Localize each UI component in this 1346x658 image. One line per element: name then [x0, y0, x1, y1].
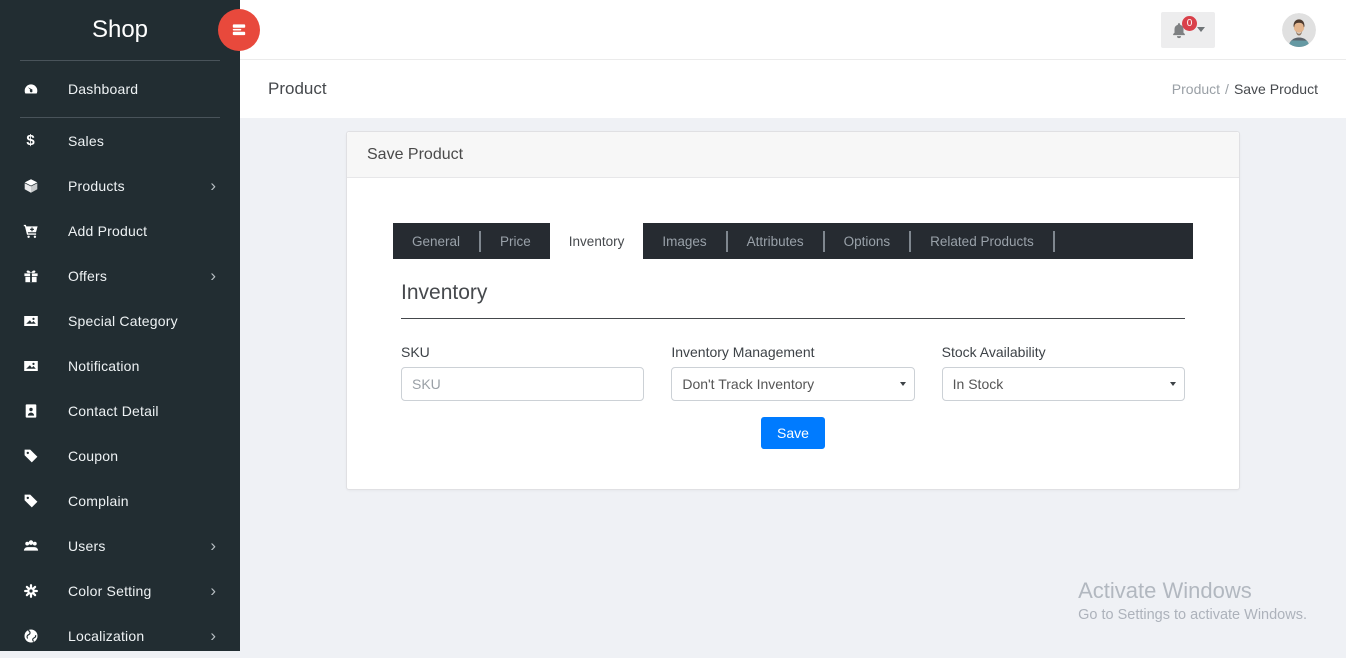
sidebar-item-complain[interactable]: Complain: [0, 478, 240, 523]
sidebar-item-coupon[interactable]: Coupon: [0, 433, 240, 478]
sidebar-item-label: Products: [68, 178, 210, 194]
stock-availability-select[interactable]: In Stock: [942, 367, 1185, 401]
activate-windows-watermark: Activate Windows Go to Settings to activ…: [1078, 578, 1307, 623]
save-product-card: Save Product GeneralPriceInventoryImages…: [346, 131, 1240, 490]
tab-separator: [1053, 231, 1055, 252]
sidebar-item-label: Complain: [68, 493, 218, 509]
dashboard-icon: [22, 81, 39, 98]
sidebar-item-label: Dashboard: [68, 81, 218, 97]
dollar-icon: $: [22, 132, 39, 149]
sidebar-nav: Dashboard$SalesProducts›Add ProductOffer…: [0, 61, 240, 658]
sidebar-item-contact-detail[interactable]: Contact Detail: [0, 388, 240, 433]
breadcrumb-bar: Product Product / Save Product: [240, 60, 1346, 118]
stock-availability-label: Stock Availability: [942, 344, 1185, 360]
sidebar-item-label: Notification: [68, 358, 218, 374]
sidebar-item-color-setting[interactable]: Color Setting›: [0, 568, 240, 613]
breadcrumb-parent-link[interactable]: Product: [1172, 81, 1220, 97]
sidebar-item-special-category[interactable]: Special Category: [0, 298, 240, 343]
list-icon: [230, 21, 248, 39]
top-header: 0: [240, 0, 1346, 60]
breadcrumb: Product / Save Product: [1172, 81, 1318, 97]
watermark-line1: Activate Windows: [1078, 578, 1307, 604]
tab-inventory[interactable]: Inventory: [550, 223, 644, 259]
tag-icon: [22, 492, 39, 509]
users-icon: [22, 537, 39, 554]
chevron-right-icon: ›: [210, 582, 216, 599]
watermark-line2: Go to Settings to activate Windows.: [1078, 607, 1307, 623]
image-icon: [22, 357, 39, 374]
sidebar-item-label: Localization: [68, 628, 210, 644]
card-body: GeneralPriceInventoryImagesAttributesOpt…: [347, 178, 1239, 489]
app-root: Shop Dashboard$SalesProducts›Add Product…: [0, 0, 1346, 651]
inventory-management-field: Inventory Management Don't Track Invento…: [671, 344, 914, 401]
sidebar-item-add-product[interactable]: Add Product: [0, 208, 240, 253]
sidebar-item-dashboard[interactable]: Dashboard: [0, 61, 240, 117]
gift-icon: [22, 267, 39, 284]
sidebar-item-users[interactable]: Users›: [0, 523, 240, 568]
chevron-right-icon: ›: [210, 267, 216, 284]
gear-icon: [22, 582, 39, 599]
image-icon: [22, 312, 39, 329]
notifications-button[interactable]: 0: [1161, 12, 1215, 48]
inventory-management-select[interactable]: Don't Track Inventory: [671, 367, 914, 401]
tab-related-products[interactable]: Related Products: [911, 223, 1053, 259]
save-row: Save: [401, 417, 1185, 449]
inventory-management-label: Inventory Management: [671, 344, 914, 360]
tab-images[interactable]: Images: [643, 223, 725, 259]
card-title: Save Product: [347, 132, 1239, 178]
brand-title: Shop: [0, 0, 240, 60]
sidebar: Shop Dashboard$SalesProducts›Add Product…: [0, 0, 240, 651]
content-area: Save Product GeneralPriceInventoryImages…: [240, 118, 1346, 651]
sidebar-item-offers[interactable]: Offers›: [0, 253, 240, 298]
cart-plus-icon: [22, 222, 39, 239]
section-rule: [401, 318, 1185, 319]
sku-input[interactable]: [401, 367, 644, 401]
user-avatar[interactable]: [1282, 13, 1316, 47]
sidebar-item-label: Users: [68, 538, 210, 554]
sidebar-item-notification[interactable]: Notification: [0, 343, 240, 388]
stock-availability-field: Stock Availability In Stock: [942, 344, 1185, 401]
sidebar-item-label: Offers: [68, 268, 210, 284]
tab-options[interactable]: Options: [825, 223, 910, 259]
tag-icon: [22, 447, 39, 464]
chevron-right-icon: ›: [210, 177, 216, 194]
page-title: Product: [268, 79, 327, 99]
sidebar-item-label: Add Product: [68, 223, 218, 239]
sidebar-item-label: Contact Detail: [68, 403, 218, 419]
id-card-icon: [22, 402, 39, 419]
caret-down-icon: [1197, 27, 1205, 36]
sidebar-item-label: Color Setting: [68, 583, 210, 599]
tab-attributes[interactable]: Attributes: [728, 223, 823, 259]
inventory-tab-panel: Inventory SKU Inventory Management: [393, 281, 1193, 449]
save-button[interactable]: Save: [761, 417, 825, 449]
chevron-right-icon: ›: [210, 537, 216, 554]
sidebar-toggle-button[interactable]: [218, 9, 260, 51]
cube-icon: [22, 177, 39, 194]
sidebar-item-sales[interactable]: $ Sales: [0, 118, 240, 163]
sidebar-item-label: Coupon: [68, 448, 218, 464]
section-title: Inventory: [401, 281, 1185, 305]
sidebar-item-localization[interactable]: Localization›: [0, 613, 240, 658]
breadcrumb-current: Save Product: [1234, 81, 1318, 97]
sku-field: SKU: [401, 344, 644, 401]
sidebar-item-label: Sales: [68, 133, 218, 149]
sku-label: SKU: [401, 344, 644, 360]
notification-badge: 0: [1182, 16, 1197, 31]
tab-bar: GeneralPriceInventoryImagesAttributesOpt…: [393, 223, 1193, 259]
sidebar-item-products[interactable]: Products›: [0, 163, 240, 208]
breadcrumb-separator: /: [1225, 81, 1229, 97]
inventory-form: SKU Inventory Management Don't Track Inv…: [401, 344, 1185, 401]
globe-icon: [22, 627, 39, 644]
tab-general[interactable]: General: [393, 223, 479, 259]
chevron-right-icon: ›: [210, 627, 216, 644]
sidebar-item-label: Special Category: [68, 313, 218, 329]
tab-price[interactable]: Price: [481, 223, 550, 259]
main-area: 0 Product: [240, 0, 1346, 651]
